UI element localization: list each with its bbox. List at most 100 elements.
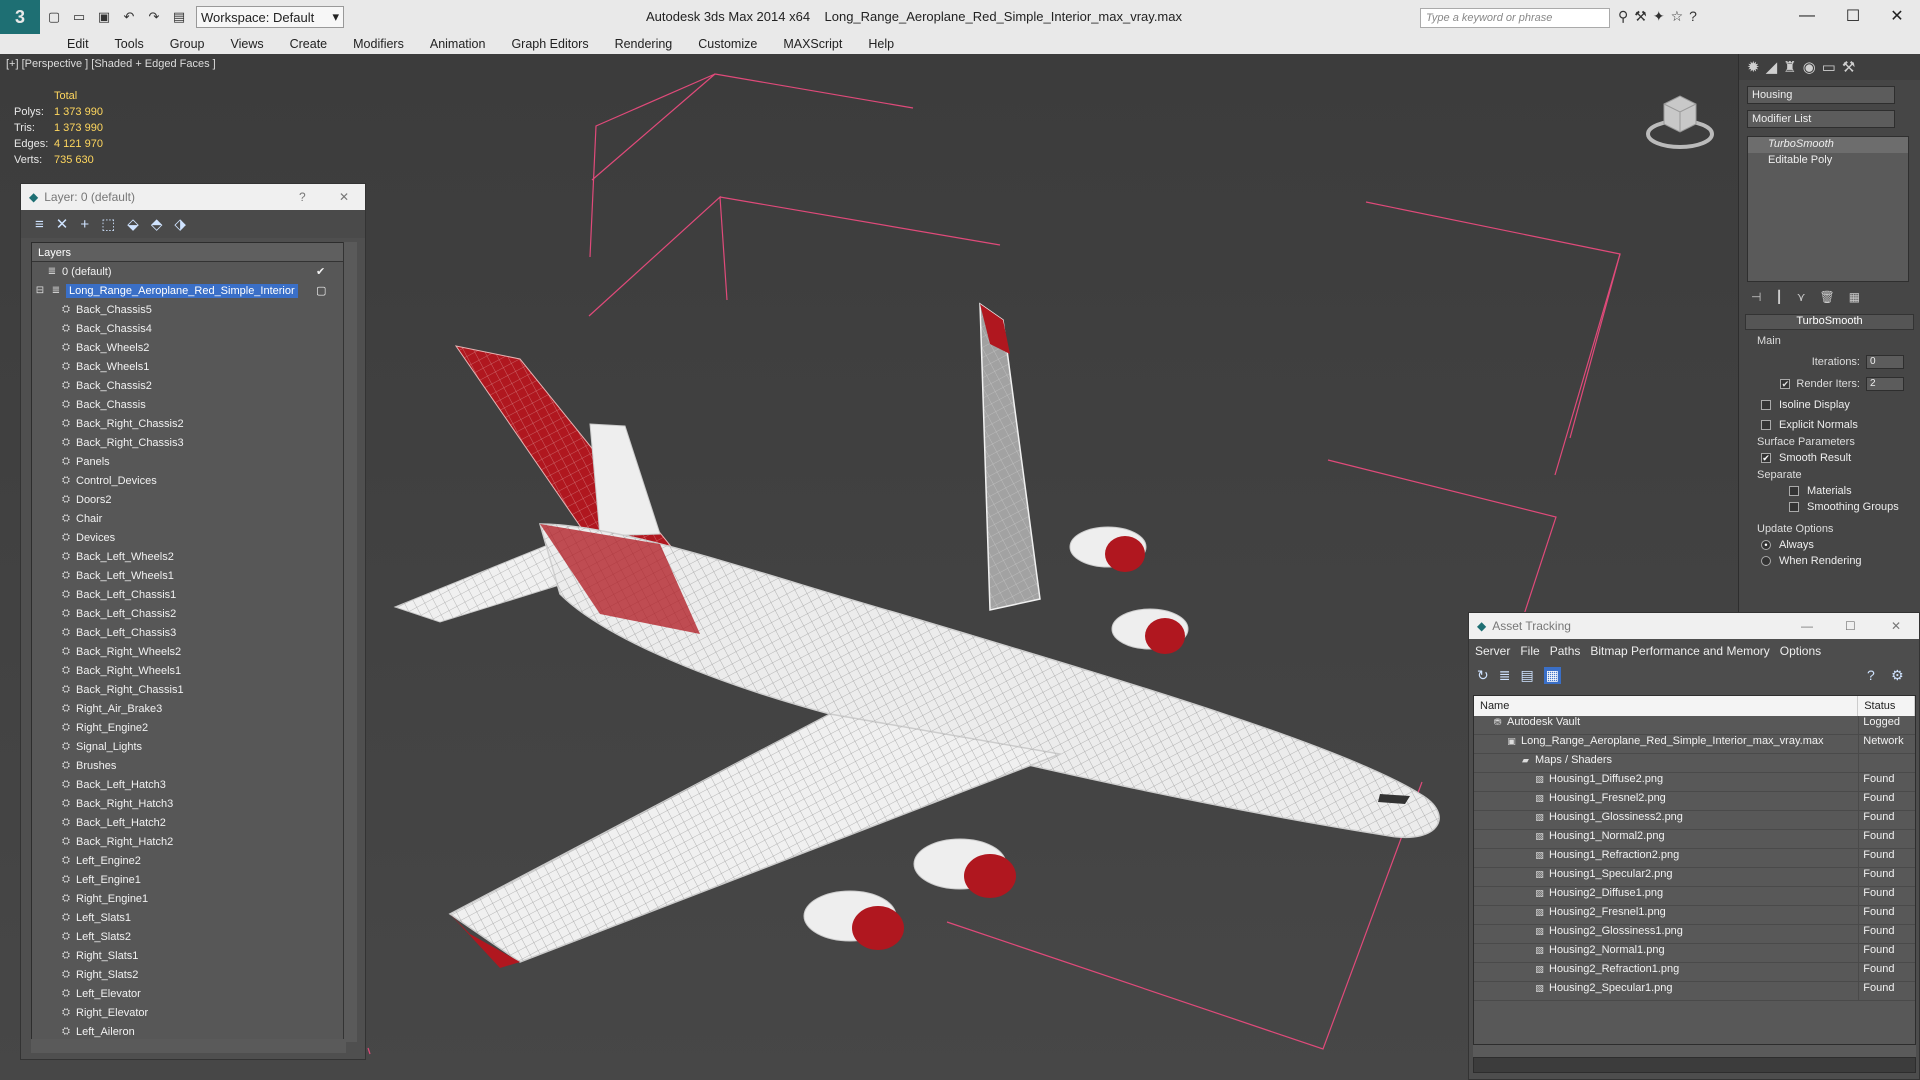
layer-object-row[interactable]: ⛭ Back_Chassis <box>32 395 345 414</box>
make-unique-icon[interactable]: ⋎ <box>1797 290 1806 304</box>
stack-item-editable-poly[interactable]: Editable Poly <box>1748 153 1908 169</box>
layer-object-row[interactable]: ⛭ Right_Engine2 <box>32 718 345 737</box>
iterations-input[interactable]: 0 <box>1866 355 1904 369</box>
layer-object-row[interactable]: ⛭ Right_Slats1 <box>32 946 345 965</box>
layer-object-row[interactable]: ⛭ Right_Engine1 <box>32 889 345 908</box>
menu-modifiers[interactable]: Modifiers <box>340 37 417 51</box>
always-radio[interactable]: • Always <box>1761 539 1920 551</box>
asset-row[interactable]: ▧ Housing2_Glossiness1.png Found <box>1474 925 1915 944</box>
minimize-icon[interactable]: — <box>1801 619 1813 633</box>
layer-object-row[interactable]: ⛭ Right_Elevator <box>32 1003 345 1022</box>
asset-row[interactable]: ▧ Housing2_Diffuse1.png Found <box>1474 887 1915 906</box>
layer-row-default[interactable]: ≣ 0 (default) ✔ <box>32 262 345 281</box>
layer-object-row[interactable]: ⛭ Control_Devices <box>32 471 345 490</box>
layer-object-row[interactable]: ⛭ Back_Right_Chassis1 <box>32 680 345 699</box>
menu-tools[interactable]: Tools <box>102 37 157 51</box>
layer-object-row[interactable]: ⛭ Back_Left_Wheels2 <box>32 547 345 566</box>
asset-menu-paths[interactable]: Paths <box>1550 644 1581 658</box>
asset-menu-options[interactable]: Options <box>1780 644 1821 658</box>
new-file-icon[interactable]: ▢ <box>43 6 65 28</box>
new-layer-icon[interactable]: ≡ <box>35 216 44 233</box>
highlight-icon[interactable]: ⬙ <box>127 215 139 233</box>
layer-object-row[interactable]: ⛭ Signal_Lights <box>32 737 345 756</box>
project-folder-icon[interactable]: ▤ <box>168 6 190 28</box>
delete-layer-icon[interactable]: ✕ <box>56 215 69 233</box>
asset-row[interactable]: ▧ Housing1_Specular2.png Found <box>1474 868 1915 887</box>
layer-horizontal-scrollbar[interactable] <box>31 1039 346 1053</box>
pin-stack-icon[interactable]: ⊣ <box>1751 290 1761 304</box>
layer-vertical-scrollbar[interactable] <box>343 242 357 1042</box>
layers-column-header[interactable]: Layers <box>32 243 345 262</box>
asset-row[interactable]: ▰ Maps / Shaders <box>1474 754 1915 773</box>
smoothing-groups-checkbox[interactable]: Smoothing Groups <box>1789 501 1920 513</box>
subscription-icon[interactable]: ⚒ <box>1634 8 1647 25</box>
asset-path-field[interactable] <box>1473 1057 1916 1073</box>
menu-group[interactable]: Group <box>157 37 218 51</box>
layer-object-row[interactable]: ⛭ Back_Wheels2 <box>32 338 345 357</box>
isoline-display-checkbox[interactable]: Isoline Display <box>1761 399 1920 411</box>
asset-table[interactable]: Name Status ⛃ Autodesk Vault Logged ▣ Long_R… <box>1473 695 1916 1045</box>
menu-views[interactable]: Views <box>217 37 276 51</box>
modifier-stack[interactable]: TurboSmooth Editable Poly <box>1747 136 1909 282</box>
layer-object-row[interactable]: ⛭ Back_Chassis2 <box>32 376 345 395</box>
freeze-all-icon[interactable]: ⬗ <box>174 215 186 233</box>
communication-icon[interactable]: ✦ <box>1653 8 1665 25</box>
layer-object-row[interactable]: ⛭ Left_Elevator <box>32 984 345 1003</box>
menu-create[interactable]: Create <box>277 37 341 51</box>
menu-graph-editors[interactable]: Graph Editors <box>498 37 601 51</box>
display-tab-icon[interactable]: ▭ <box>1822 58 1836 76</box>
layer-object-row[interactable]: ⛭ Back_Right_Wheels2 <box>32 642 345 661</box>
layer-object-row[interactable]: ⛭ Back_Left_Chassis1 <box>32 585 345 604</box>
render-iters-input[interactable]: 2 <box>1866 377 1904 391</box>
help-icon[interactable]: ? <box>299 190 306 204</box>
modifier-list-dropdown[interactable]: Modifier List <box>1747 110 1895 128</box>
asset-row[interactable]: ▧ Housing2_Fresnel1.png Found <box>1474 906 1915 925</box>
current-layer-box-icon[interactable]: ▢ <box>316 284 326 297</box>
undo-icon[interactable]: ↶ <box>118 6 140 28</box>
layer-object-row[interactable]: ⛭ Back_Left_Chassis2 <box>32 604 345 623</box>
layer-object-row[interactable]: ⛭ Back_Right_Chassis2 <box>32 414 345 433</box>
show-end-result-icon[interactable]: ┃ <box>1775 290 1782 304</box>
remove-modifier-icon[interactable]: 🗑 <box>1819 290 1834 304</box>
viewport-label[interactable]: [+] [Perspective ] [Shaded + Edged Faces… <box>6 58 216 70</box>
asset-row[interactable]: ▧ Housing2_Normal1.png Found <box>1474 944 1915 963</box>
iterations-spinner[interactable]: Iterations: 0 <box>1739 355 1904 369</box>
layer-object-row[interactable]: ⛭ Back_Right_Hatch2 <box>32 832 345 851</box>
create-tab-icon[interactable]: ✹ <box>1747 58 1760 76</box>
layer-object-row[interactable]: ⛭ Doors2 <box>32 490 345 509</box>
asset-row[interactable]: ▣ Long_Range_Aeroplane_Red_Simple_Interio… <box>1474 735 1915 754</box>
asset-menu-bitmap[interactable]: Bitmap Performance and Memory <box>1590 644 1769 658</box>
menu-maxscript[interactable]: MAXScript <box>770 37 855 51</box>
search-input[interactable]: Type a keyword or phrase <box>1420 8 1610 28</box>
stack-item-turbosmooth[interactable]: TurboSmooth <box>1748 137 1908 153</box>
add-to-layer-icon[interactable]: + <box>80 216 89 233</box>
render-iters-spinner[interactable]: ✔ Render Iters: 2 <box>1739 377 1904 391</box>
open-file-icon[interactable]: ▭ <box>68 6 90 28</box>
layer-object-row[interactable]: ⛭ Left_Engine2 <box>32 851 345 870</box>
layer-object-row[interactable]: ⛭ Chair <box>32 509 345 528</box>
asset-row[interactable]: ▧ Housing2_Refraction1.png Found <box>1474 963 1915 982</box>
binoculars-icon[interactable]: ⚲ <box>1618 8 1628 25</box>
tree-view-icon[interactable]: ▤ <box>1520 667 1533 684</box>
smooth-result-checkbox[interactable]: ✔ Smooth Result <box>1761 452 1920 464</box>
layer-object-row[interactable]: ⛭ Left_Slats1 <box>32 908 345 927</box>
object-name-field[interactable]: Housing <box>1747 86 1895 104</box>
layer-object-row[interactable]: ⛭ Back_Left_Hatch3 <box>32 775 345 794</box>
maximize-icon[interactable]: ☐ <box>1845 619 1856 633</box>
viewcube-icon[interactable] <box>1644 86 1716 152</box>
menu-help[interactable]: Help <box>855 37 907 51</box>
layer-object-row[interactable]: ⛭ Back_Left_Wheels1 <box>32 566 345 585</box>
asset-row[interactable]: ▧ Housing1_Refraction2.png Found <box>1474 849 1915 868</box>
name-column-header[interactable]: Name <box>1474 696 1859 716</box>
layer-object-row[interactable]: ⛭ Left_Engine1 <box>32 870 345 889</box>
layer-object-row[interactable]: ⛭ Back_Right_Hatch3 <box>32 794 345 813</box>
materials-checkbox[interactable]: Materials <box>1789 485 1920 497</box>
maximize-button[interactable]: ☐ <box>1830 0 1876 32</box>
layer-object-row[interactable]: ⛭ Back_Left_Hatch2 <box>32 813 345 832</box>
list-view-icon[interactable]: ≣ <box>1499 667 1511 684</box>
utilities-tab-icon[interactable]: ⚒ <box>1842 58 1855 76</box>
asset-tracking-header[interactable]: ◆ Asset Tracking — ☐ ✕ <box>1469 613 1919 639</box>
close-button[interactable]: ✕ <box>1874 0 1920 32</box>
collapse-icon[interactable]: ⊟ <box>34 285 46 297</box>
layer-object-row[interactable]: ⛭ Back_Chassis5 <box>32 300 345 319</box>
